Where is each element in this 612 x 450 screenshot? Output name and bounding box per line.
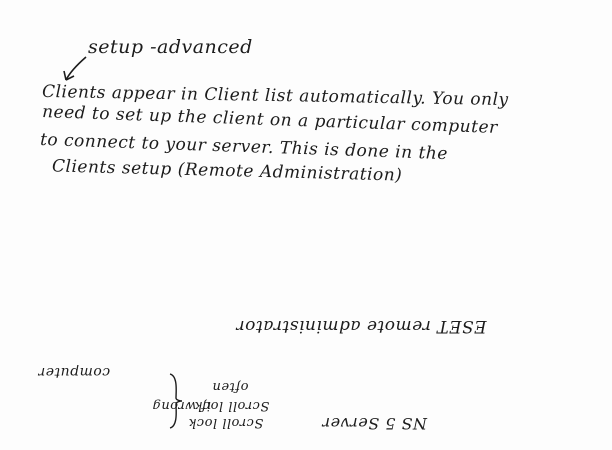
ns5-server-text: NS 5 Server <box>322 414 428 433</box>
eset-remote-administrator-text: ESET remote administrator <box>236 316 487 336</box>
setup-advanced-annotation: setup -advanced <box>88 36 253 58</box>
arrow-icon <box>63 56 87 81</box>
often-text: often <box>212 379 249 394</box>
computer-text: computer <box>38 364 111 380</box>
scroll-lock-text-1: Scroll lock <box>188 415 264 430</box>
handwritten-note-card: setup -advanced Clients appear in Client… <box>0 0 612 450</box>
if-text: if wrong <box>152 398 211 413</box>
note-line-4: Clients setup (Remote Administration) <box>51 156 403 186</box>
